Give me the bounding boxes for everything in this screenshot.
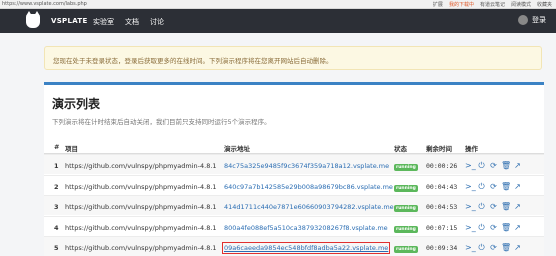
delete-icon[interactable]: 🗑 <box>501 243 511 252</box>
row-num: 2 <box>54 182 59 191</box>
remaining-time: 00:00:26 <box>426 162 458 170</box>
status-badge: running <box>394 183 418 192</box>
remaining-time: 00:04:53 <box>426 203 458 211</box>
table-header: # 项目 演示地址 状态 剩余时间 操作 <box>44 139 544 154</box>
reading-mode-button[interactable]: 阅读模式 <box>511 1 531 8</box>
header-ops: 操作 <box>465 145 478 153</box>
status-badge-label: running <box>394 184 418 192</box>
status-badge: running <box>394 162 418 171</box>
terminal-icon[interactable]: >_ <box>465 161 476 170</box>
remaining-time: 00:04:43 <box>426 182 458 191</box>
row-actions: >_ ⏻ ⟳ 🗑 ↗ <box>465 243 522 252</box>
refresh-icon[interactable]: ⟳ <box>489 243 498 252</box>
cat-logo-icon[interactable] <box>26 11 40 28</box>
table-row: 5 https://github.com/vulnspy/phpmyadmin-… <box>44 236 544 256</box>
open-external-icon[interactable]: ↗ <box>513 161 522 170</box>
project-link[interactable]: https://github.com/vulnspy/phpmyadmin-4.… <box>65 183 217 191</box>
login-warning-alert: 您现在处于未登录状态，登录后获取更多的在线时间。下列演示程序将在您离开网站后自动… <box>44 46 542 70</box>
terminal-icon[interactable]: >_ <box>465 182 476 191</box>
refresh-icon[interactable]: ⟳ <box>489 182 498 191</box>
downloads-button[interactable]: 我的下载中 <box>449 1 474 8</box>
terminal-icon[interactable]: >_ <box>465 202 476 211</box>
refresh-icon[interactable]: ⟳ <box>489 202 498 211</box>
favorites-button[interactable]: 收藏夹 <box>537 1 552 8</box>
nav-menu: 实验室 文档 讨论 <box>93 17 164 27</box>
delete-icon[interactable]: 🗑 <box>501 182 511 191</box>
status-badge-label: running <box>394 164 418 171</box>
table-row: 4 https://github.com/vulnspy/phpmyadmin-… <box>44 215 544 236</box>
open-external-icon[interactable]: ↗ <box>513 243 522 252</box>
demo-url-link[interactable]: 800a4fe088ef5a510ca38793208267f8.vsplate… <box>224 224 388 232</box>
row-actions: >_ ⏻ ⟳ 🗑 ↗ <box>465 202 522 211</box>
brand-name[interactable]: VSPLATE <box>51 17 88 25</box>
table-row: 1 https://github.com/vulnspy/phpmyadmin-… <box>44 154 544 174</box>
row-num: 5 <box>54 244 59 252</box>
open-external-icon[interactable]: ↗ <box>513 182 522 191</box>
extensions-button[interactable]: 扩展 <box>433 1 443 8</box>
power-icon[interactable]: ⏻ <box>477 223 486 232</box>
project-link[interactable]: https://github.com/vulnspy/phpmyadmin-4.… <box>65 203 217 211</box>
header-project: 项目 <box>65 145 78 153</box>
demo-url-link-highlighted[interactable]: 09a6caeeda9854ec548bfdf8adba5a22.vsplate… <box>221 242 391 254</box>
remaining-time: 00:09:34 <box>426 244 458 252</box>
header-time: 剩余时间 <box>426 145 452 153</box>
status-badge: running <box>394 244 418 253</box>
refresh-icon[interactable]: ⟳ <box>489 161 498 170</box>
power-icon[interactable]: ⏻ <box>477 202 486 211</box>
table-row: 2 https://github.com/vulnspy/phpmyadmin-… <box>44 174 544 195</box>
top-navbar: VSPLATE 实验室 文档 讨论 登录 <box>0 9 556 33</box>
avatar <box>518 15 528 25</box>
nav-item-discuss[interactable]: 讨论 <box>150 17 164 27</box>
demo-list-panel: 演示列表 下列演示将在计时结束后自动关闭，我们目前只支持同时运行5个演示程序。 … <box>44 82 544 256</box>
status-badge: running <box>394 224 418 233</box>
demo-url-link[interactable]: 414d1711c440e7871e60660903794282.vsplate… <box>224 203 394 211</box>
delete-icon[interactable]: 🗑 <box>501 161 511 170</box>
header-status: 状态 <box>394 145 407 153</box>
demo-url-link[interactable]: 640c97a7b142585e29b008a98679bc86.vsplate… <box>224 183 393 191</box>
header-num: # <box>54 143 60 151</box>
status-badge-label: running <box>394 246 418 253</box>
alert-text: 您现在处于未登录状态，登录后获取更多的在线时间。下列演示程序将在您离开网站后自动… <box>53 57 333 65</box>
login-label: 登录 <box>532 16 546 24</box>
page-subtitle: 下列演示将在计时结束后自动关闭，我们目前只支持同时运行5个演示程序。 <box>52 118 271 126</box>
browser-tools: 扩展 我的下载中 有道云笔记 阅读模式 收藏夹 <box>433 1 552 8</box>
login-button[interactable]: 登录 <box>518 15 546 25</box>
power-icon[interactable]: ⏻ <box>477 161 486 170</box>
nav-item-docs[interactable]: 文档 <box>125 17 139 27</box>
power-icon[interactable]: ⏻ <box>477 243 486 252</box>
status-badge-label: running <box>394 225 418 233</box>
power-icon[interactable]: ⏻ <box>477 182 486 191</box>
row-actions: >_ ⏻ ⟳ 🗑 ↗ <box>465 161 522 170</box>
status-badge: running <box>394 203 418 212</box>
demo-url-link[interactable]: 84c75a325e9485f9c3674f359a718a12.vsplate… <box>224 162 389 170</box>
browser-toolbar: https://www.vsplate.com/labs.php 扩展 我的下载… <box>0 0 556 9</box>
project-link[interactable]: https://github.com/vulnspy/phpmyadmin-4.… <box>65 224 217 232</box>
table-row: 3 https://github.com/vulnspy/phpmyadmin-… <box>44 195 544 215</box>
header-url: 演示地址 <box>224 145 250 153</box>
open-external-icon[interactable]: ↗ <box>513 223 522 232</box>
terminal-icon[interactable]: >_ <box>465 223 476 232</box>
nav-item-labs[interactable]: 实验室 <box>93 17 114 27</box>
row-actions: >_ ⏻ ⟳ 🗑 ↗ <box>465 223 522 232</box>
refresh-icon[interactable]: ⟳ <box>489 223 498 232</box>
row-num: 4 <box>54 223 59 232</box>
row-num: 3 <box>54 203 59 211</box>
project-link[interactable]: https://github.com/vulnspy/phpmyadmin-4.… <box>65 244 217 252</box>
youdao-note-button[interactable]: 有道云笔记 <box>480 1 505 8</box>
page-title: 演示列表 <box>52 97 101 111</box>
remaining-time: 00:07:15 <box>426 223 458 232</box>
row-num: 1 <box>54 162 59 170</box>
delete-icon[interactable]: 🗑 <box>501 223 511 232</box>
open-external-icon[interactable]: ↗ <box>513 202 522 211</box>
status-badge-label: running <box>394 205 418 212</box>
project-link[interactable]: https://github.com/vulnspy/phpmyadmin-4.… <box>65 162 217 170</box>
row-actions: >_ ⏻ ⟳ 🗑 ↗ <box>465 182 522 191</box>
address-bar[interactable]: https://www.vsplate.com/labs.php <box>2 1 87 7</box>
terminal-icon[interactable]: >_ <box>465 243 476 252</box>
delete-icon[interactable]: 🗑 <box>501 202 511 211</box>
